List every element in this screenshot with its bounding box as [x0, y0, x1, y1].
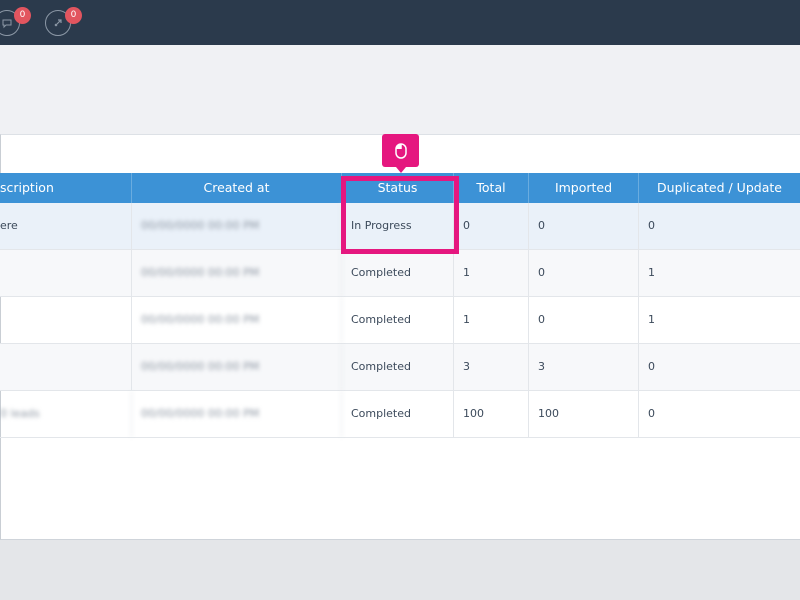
- cell-created-at: 00/00/0000 00:00 PM: [132, 203, 342, 249]
- click-indicator: [382, 134, 419, 173]
- header-duplicated[interactable]: Duplicated / Update: [639, 173, 800, 203]
- table-row[interactable]: 00/00/0000 00:00 PM Completed 1 0 1: [0, 297, 800, 344]
- table-row[interactable]: 00/00/0000 00:00 PM Completed 3 3 0: [0, 344, 800, 391]
- header-total[interactable]: Total: [454, 173, 529, 203]
- cell-status: Completed: [342, 344, 454, 390]
- chat-badge: 0: [14, 7, 31, 24]
- footer-strip: [0, 540, 800, 600]
- cell-total: 100: [454, 391, 529, 437]
- cell-imported: 100: [529, 391, 639, 437]
- rocket-badge: 0: [65, 7, 82, 24]
- cell-duplicated: 1: [648, 266, 655, 279]
- cell-created-at: 00/00/0000 00:00 PM: [132, 344, 342, 390]
- chat-icon: [2, 19, 12, 29]
- table-row[interactable]: 00/00/0000 00:00 PM Completed 1 0 1: [0, 250, 800, 297]
- cell-duplicated: 0: [648, 407, 655, 420]
- cell-status: Completed: [342, 391, 454, 437]
- cell-total: 1: [454, 250, 529, 296]
- cell-imported: 0: [529, 297, 639, 343]
- cell-total: 1: [454, 297, 529, 343]
- cell-duplicated: 0: [648, 360, 655, 373]
- cell-duplicated: 1: [648, 313, 655, 326]
- cell-total: 0: [454, 203, 529, 249]
- cell-duplicated: 0: [648, 219, 655, 232]
- header-description[interactable]: scription: [0, 173, 132, 203]
- cell-imported: 0: [529, 203, 639, 249]
- header-created-at[interactable]: Created at: [132, 173, 342, 203]
- table-row[interactable]: 0 leads 00/00/0000 00:00 PM Completed 10…: [0, 391, 800, 438]
- chat-button[interactable]: 0: [0, 7, 31, 36]
- mouse-icon: [394, 142, 407, 159]
- cell-imported: 3: [529, 344, 639, 390]
- cell-imported: 0: [529, 250, 639, 296]
- cell-created-at: 00/00/0000 00:00 PM: [132, 297, 342, 343]
- cell-total: 3: [454, 344, 529, 390]
- cell-description: [0, 344, 132, 390]
- cell-description: ere: [0, 203, 132, 249]
- cell-created-at: 00/00/0000 00:00 PM: [132, 391, 342, 437]
- status-highlight-box: [341, 176, 459, 254]
- cell-description: 0 leads: [0, 391, 132, 437]
- header-imported[interactable]: Imported: [529, 173, 639, 203]
- rocket-icon: [54, 19, 62, 27]
- rocket-button[interactable]: 0: [45, 7, 82, 36]
- cell-status: Completed: [342, 250, 454, 296]
- cell-created-at: 00/00/0000 00:00 PM: [132, 250, 342, 296]
- cell-description: [0, 250, 132, 296]
- cell-description: [0, 297, 132, 343]
- top-nav-bar: 0 0: [0, 0, 800, 45]
- cell-status: Completed: [342, 297, 454, 343]
